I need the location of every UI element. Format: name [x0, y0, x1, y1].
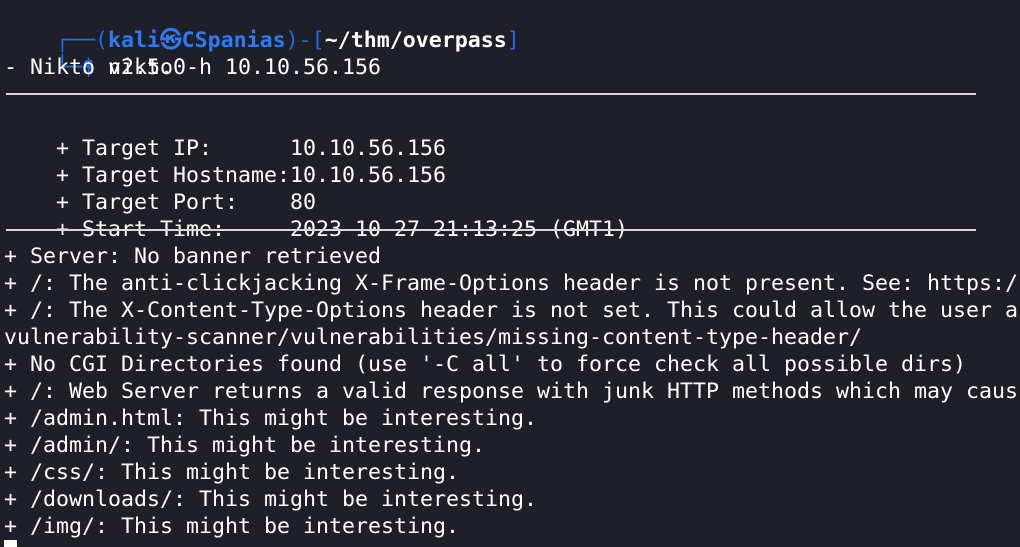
finding-line: + /img/: This might be interesting.: [4, 514, 460, 539]
finding-line: + /admin.html: This might be interesting…: [4, 406, 538, 431]
finding-line: + /: Web Server returns a valid response…: [4, 379, 1019, 404]
prompt-header: ┌──(kali㉿CSpanias)-[~/thm/overpass]: [4, 0, 520, 53]
target-value: 10.10.56.156: [290, 136, 447, 161]
separator-top: [6, 93, 976, 95]
target-row: + Target Port: 80: [4, 162, 316, 215]
terminal-cursor: [4, 540, 17, 547]
finding-line: + Server: No banner retrieved: [4, 244, 382, 269]
terminal-window[interactable]: ┌──(kali㉿CSpanias)-[~/thm/overpass] └─$ …: [0, 0, 1020, 547]
finding-line: vulnerability-scanner/vulnerabilities/mi…: [4, 325, 863, 350]
target-row: + Start Time: 2023-10-27 21:13:25 (GMT1): [4, 189, 628, 242]
finding-line: + /: The anti-clickjacking X-Frame-Optio…: [4, 271, 1019, 296]
separator-bottom: [6, 229, 976, 231]
finding-line: + No CGI Directories found (use '-C all'…: [4, 352, 967, 377]
finding-line: + /: The X-Content-Type-Options header i…: [4, 298, 1019, 323]
target-row: + Target Hostname: 10.10.56.156: [4, 135, 446, 188]
prompt-close: ]: [506, 28, 520, 53]
finding-line: + /css/: This might be interesting.: [4, 460, 460, 485]
finding-line: + /admin/: This might be interesting.: [4, 433, 486, 458]
target-value: 10.10.56.156: [290, 163, 447, 188]
command-line: └─$ nikto -h 10.10.56.156: [4, 27, 381, 80]
target-row: + Target IP: 10.10.56.156: [4, 108, 446, 161]
nikto-version: - Nikto v2.5.0: [4, 55, 187, 80]
target-value: 80: [290, 190, 317, 215]
finding-line: + /downloads/: This might be interesting…: [4, 487, 538, 512]
